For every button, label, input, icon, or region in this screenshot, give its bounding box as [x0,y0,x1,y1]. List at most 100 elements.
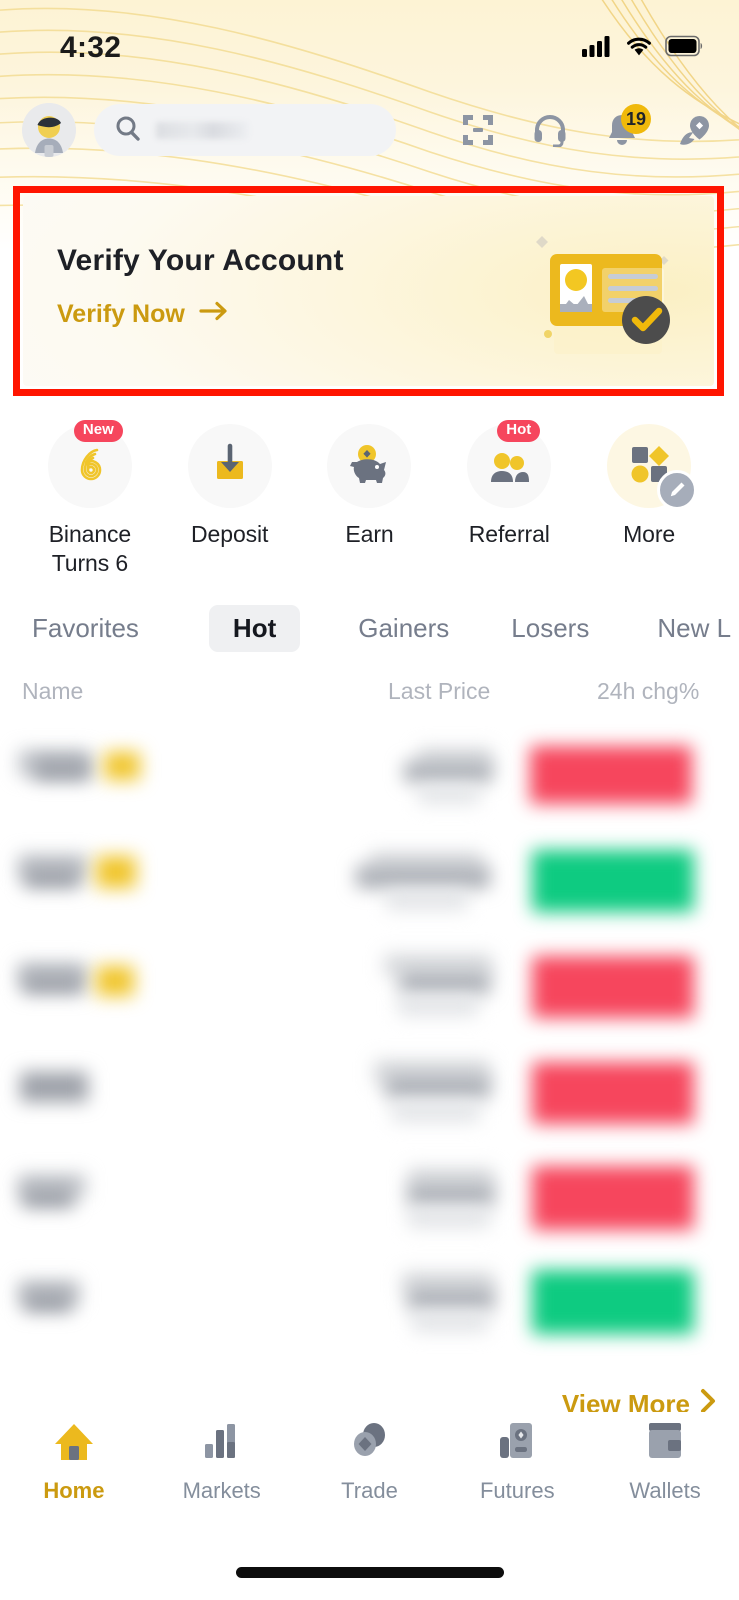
column-header-24h-change[interactable]: 24h chg% [597,678,699,705]
deposit-arrow-icon-wrap [187,424,272,508]
cellular-signal-icon [581,34,613,63]
table-row[interactable] [0,1150,739,1257]
table-row[interactable] [0,1256,739,1363]
anniversary-six-icon [66,440,114,493]
scan-qr-icon[interactable] [461,113,495,147]
row-name-badge-redacted [96,856,136,888]
search-input-value [156,121,248,139]
row-change-redacted [532,1166,694,1230]
battery-icon [665,35,705,62]
row-name-redacted [20,1072,88,1102]
quick-action-label-line2: Turns 6 [51,550,129,577]
home-indicator[interactable] [235,1567,504,1578]
verify-account-banner[interactable]: Verify Your Account Verify Now [23,196,714,386]
badge-hot: Hot [497,420,541,442]
piggy-bank-icon [345,440,393,493]
row-name-badge-redacted [96,966,134,996]
row-volume-redacted [412,1312,488,1332]
nav-label-wallets: Wallets [629,1478,701,1503]
row-name-redacted-2 [34,758,90,780]
row-change-redacted [532,1270,694,1334]
bottom-navigation: Home Markets Trade Futures Wallets [0,1412,739,1528]
row-name-redacted-2 [24,866,80,888]
quick-action-binance-turns-6[interactable]: New Binance Turns 6 [20,420,160,579]
quick-action-label: More [623,521,676,547]
trade-coins-icon [346,1418,392,1469]
tab-new-listings[interactable]: New L [657,605,731,652]
status-icons-group [581,28,705,63]
table-row[interactable] [0,726,739,833]
nav-item-markets[interactable]: Markets [148,1418,296,1504]
market-list [0,726,739,1376]
row-volume-redacted [398,996,478,1016]
row-change-redacted [532,1062,694,1124]
quick-action-label: Earn [345,521,394,547]
more-grid-icon-wrap [607,424,698,510]
search-icon [114,114,142,147]
badge-new: New [73,420,123,442]
verify-now-link[interactable]: Verify Now [57,300,229,329]
nav-label-markets: Markets [182,1478,261,1503]
row-price-redacted-2 [400,972,490,994]
quick-actions-row: New Binance Turns 6 Deposit Earn Hot Ref… [0,420,739,579]
status-time: 4:32 [60,31,122,64]
table-row[interactable] [0,938,739,1045]
row-change-redacted [530,746,692,804]
tab-losers[interactable]: Losers [511,605,589,652]
id-card-verified-icon [502,212,692,372]
nav-item-wallets[interactable]: Wallets [591,1418,739,1504]
arrow-right-icon [199,300,229,329]
nav-item-trade[interactable]: Trade [296,1418,444,1504]
avatar[interactable] [22,103,76,157]
quick-action-label: Binance Turns 6 [48,520,132,579]
referral-people-icon [485,440,533,493]
table-row[interactable] [0,1044,739,1151]
quick-action-deposit[interactable]: Deposit [160,424,300,579]
tab-favorites[interactable]: Favorites [32,605,139,652]
row-price-redacted-2 [386,1076,490,1098]
row-volume-redacted [392,1102,480,1122]
row-name-redacted-2 [22,972,84,994]
quick-action-label: Deposit [191,521,269,547]
row-name-badge-redacted [104,752,140,780]
row-price-redacted-2 [408,1184,494,1206]
row-volume-redacted [386,890,468,910]
column-header-last-price[interactable]: Last Price [388,678,490,705]
market-list-header: Name Last Price 24h chg% [0,678,739,714]
bell-notification-icon[interactable]: 19 [605,104,651,147]
table-row[interactable] [0,832,739,939]
quick-action-earn[interactable]: Earn [300,424,440,579]
header-actions: 19 [461,104,717,147]
deposit-arrow-icon [207,441,253,492]
page-title: Verify Your Account [57,244,344,277]
headset-support-icon[interactable] [533,113,567,147]
pin-promo-icon[interactable] [677,113,711,147]
row-volume-redacted [408,1208,490,1228]
status-bar: 4:32 [0,0,739,90]
nav-label-futures: Futures [479,1478,555,1503]
nav-item-futures[interactable]: Futures [443,1418,591,1504]
column-header-name[interactable]: Name [22,678,83,705]
quick-action-referral[interactable]: Hot Referral [439,420,579,579]
markets-bars-icon [199,1418,245,1469]
edit-pencil-icon[interactable] [657,470,698,510]
verify-now-label: Verify Now [57,300,185,328]
nav-item-home[interactable]: Home [0,1418,148,1504]
row-price-redacted-2 [404,762,492,782]
notification-badge: 19 [620,104,651,134]
nav-label-home: Home [43,1478,105,1503]
piggy-bank-icon-wrap [327,424,412,508]
tab-hot[interactable]: Hot [208,604,301,652]
row-price-redacted-2 [408,1288,494,1310]
quick-action-label-line1: Binance [48,521,132,547]
referral-people-icon-wrap: Hot [467,420,552,508]
tab-gainers[interactable]: Gainers [358,605,449,652]
row-volume-redacted [418,786,480,804]
row-price-redacted-2 [356,866,490,888]
row-name-redacted-2 [24,1290,72,1312]
wifi-icon [624,34,654,63]
quick-action-more[interactable]: More [579,424,719,579]
row-change-redacted [532,956,694,1018]
search-input[interactable] [94,104,396,156]
anniversary-six-icon-wrap: New [47,420,132,508]
